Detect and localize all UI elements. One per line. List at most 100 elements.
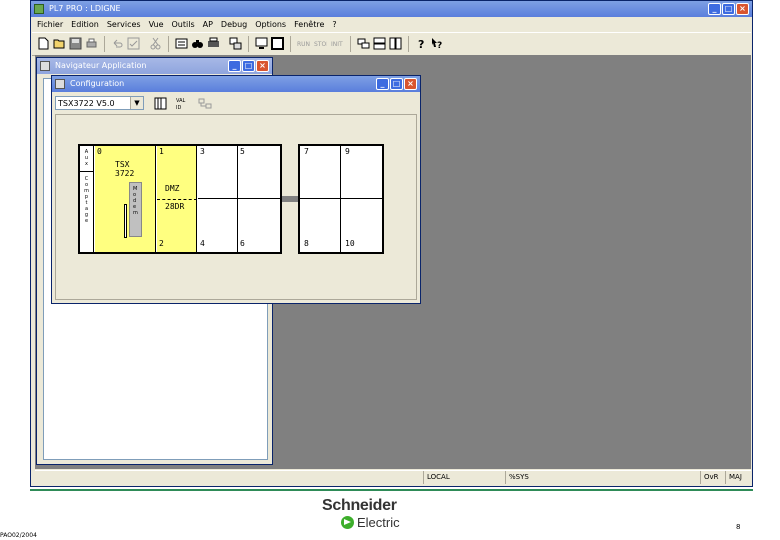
window-b-icon[interactable] bbox=[372, 36, 387, 51]
configuration-minimize-button[interactable]: _ bbox=[376, 78, 389, 90]
menu-outils[interactable]: Outils bbox=[172, 18, 195, 31]
brand-line2: Electric bbox=[357, 515, 400, 530]
list-icon[interactable] bbox=[174, 36, 189, 51]
configuration-title-bar[interactable]: Configuration _ □ × bbox=[52, 76, 420, 92]
slot-5-number: 5 bbox=[240, 147, 245, 156]
navigator-close-button[interactable]: × bbox=[256, 60, 269, 72]
brand-line1: Schneider bbox=[322, 497, 397, 514]
slot-8[interactable]: 8 bbox=[300, 199, 341, 252]
slot-6-number: 6 bbox=[240, 239, 245, 248]
rack-connector bbox=[282, 196, 298, 202]
power-supply-module[interactable]: A u x C o m p t a g e bbox=[80, 146, 94, 252]
slot-1-number: 1 bbox=[159, 147, 164, 156]
power-label-top: A u x bbox=[84, 149, 89, 167]
navigator-title-bar[interactable]: Navigateur Application _ □ × bbox=[37, 58, 272, 74]
transfer-icon[interactable] bbox=[228, 36, 243, 51]
slot-2-number: 2 bbox=[159, 239, 164, 248]
frame-icon[interactable] bbox=[270, 36, 285, 51]
cpu-bar bbox=[124, 204, 127, 238]
check-icon[interactable] bbox=[126, 36, 141, 51]
cpu-module[interactable]: 0 TSX 3722 M o d e m bbox=[95, 146, 156, 252]
menu-edition[interactable]: Edition bbox=[71, 18, 99, 31]
page-number: 8 bbox=[736, 523, 741, 531]
rack-canvas: A u x C o m p t a g e 0 TSX 3722 M o d e… bbox=[55, 114, 417, 300]
configuration-maximize-button[interactable]: □ bbox=[390, 78, 403, 90]
slot-9[interactable]: 9 bbox=[341, 146, 382, 199]
slot-7[interactable]: 7 bbox=[300, 146, 341, 199]
processor-select-value: TSX3722 V5.0 bbox=[58, 99, 115, 108]
configuration-title: Configuration bbox=[70, 79, 125, 88]
configuration-icon bbox=[55, 79, 65, 89]
svg-text:INIT: INIT bbox=[331, 41, 343, 48]
printer-icon[interactable] bbox=[206, 36, 221, 51]
print-icon[interactable] bbox=[84, 36, 99, 51]
chevron-down-icon[interactable]: ▼ bbox=[130, 97, 143, 109]
status-sys: %SYS bbox=[505, 471, 689, 484]
slot-7-number: 7 bbox=[304, 147, 309, 156]
close-button[interactable]: × bbox=[736, 3, 749, 15]
slot-4[interactable]: 4 bbox=[198, 199, 238, 252]
slot-3[interactable]: 3 bbox=[198, 146, 238, 199]
slot-9-number: 9 bbox=[345, 147, 350, 156]
menu-vue[interactable]: Vue bbox=[149, 18, 164, 31]
help-context-icon[interactable]: ? bbox=[430, 36, 445, 51]
minimize-button[interactable]: _ bbox=[708, 3, 721, 15]
menu-services[interactable]: Services bbox=[107, 18, 141, 31]
navigator-minimize-button[interactable]: _ bbox=[228, 60, 241, 72]
svg-text:VAL: VAL bbox=[176, 98, 186, 104]
menu-fichier[interactable]: Fichier bbox=[37, 18, 63, 31]
menu-options[interactable]: Options bbox=[255, 18, 286, 31]
help-icon[interactable]: ? bbox=[414, 36, 429, 51]
doc-reference: PAO02/2004 bbox=[0, 532, 37, 539]
rack-2: 7 8 9 10 bbox=[298, 144, 384, 254]
svg-text:ID: ID bbox=[176, 105, 181, 111]
footer-divider bbox=[30, 489, 753, 491]
slot-10[interactable]: 10 bbox=[341, 199, 382, 252]
save-icon[interactable] bbox=[68, 36, 83, 51]
network-icon[interactable] bbox=[197, 96, 213, 111]
slot-6[interactable]: 6 bbox=[238, 199, 280, 252]
window-a-icon[interactable] bbox=[356, 36, 371, 51]
module-name: DMZ bbox=[165, 184, 180, 193]
new-icon[interactable] bbox=[36, 36, 51, 51]
svg-text:STOP: STOP bbox=[314, 41, 327, 48]
menu-help[interactable]: ? bbox=[332, 18, 336, 31]
cut-icon[interactable] bbox=[148, 36, 163, 51]
module-ref: 28DR bbox=[165, 202, 185, 211]
stop-icon[interactable]: STOP bbox=[313, 36, 329, 51]
rack-1: A u x C o m p t a g e 0 TSX 3722 M o d e… bbox=[78, 144, 282, 254]
toolbar: RUN STOP INIT ? ? bbox=[32, 32, 751, 56]
rack-view-icon[interactable] bbox=[153, 96, 169, 111]
menu-fenetre[interactable]: Fenêtre bbox=[294, 18, 324, 31]
init-icon[interactable]: INIT bbox=[330, 36, 346, 51]
svg-text:?: ? bbox=[437, 41, 442, 50]
open-icon[interactable] bbox=[52, 36, 67, 51]
modem-slot: M o d e m bbox=[129, 182, 142, 237]
slot-3-number: 3 bbox=[200, 147, 205, 156]
navigator-icon bbox=[40, 61, 50, 71]
schneider-logo: Schneider Electric bbox=[322, 497, 412, 533]
cpu-slot-number: 0 bbox=[97, 147, 102, 156]
app-title-bar[interactable]: PL7 PRO : LDIGNE _ □ × bbox=[31, 1, 752, 17]
binoculars-icon[interactable] bbox=[190, 36, 205, 51]
screen-icon[interactable] bbox=[254, 36, 269, 51]
maximize-button[interactable]: □ bbox=[722, 3, 735, 15]
undo-icon[interactable] bbox=[110, 36, 125, 51]
configuration-close-button[interactable]: × bbox=[404, 78, 417, 90]
slot-8-number: 8 bbox=[304, 239, 309, 248]
window-c-icon[interactable] bbox=[388, 36, 403, 51]
slot-5[interactable]: 5 bbox=[238, 146, 280, 199]
processor-select[interactable]: TSX3722 V5.0 ▼ bbox=[55, 96, 144, 110]
status-bar: LOCAL %SYS OvR MAJ bbox=[35, 470, 751, 485]
app-title: PL7 PRO : LDIGNE bbox=[49, 4, 121, 13]
status-mode: LOCAL bbox=[423, 471, 505, 484]
navigator-title: Navigateur Application bbox=[55, 61, 147, 70]
validate-icon[interactable]: VAL ID bbox=[175, 96, 191, 111]
navigator-maximize-button[interactable]: □ bbox=[242, 60, 255, 72]
dmz-module[interactable]: 1 DMZ 28DR 2 bbox=[157, 146, 197, 252]
menu-debug[interactable]: Debug bbox=[221, 18, 247, 31]
brand-symbol-icon bbox=[340, 515, 355, 530]
menu-ap[interactable]: AP bbox=[203, 18, 213, 31]
modem-label: M o d e m bbox=[133, 186, 138, 216]
run-icon[interactable]: RUN bbox=[296, 36, 312, 51]
